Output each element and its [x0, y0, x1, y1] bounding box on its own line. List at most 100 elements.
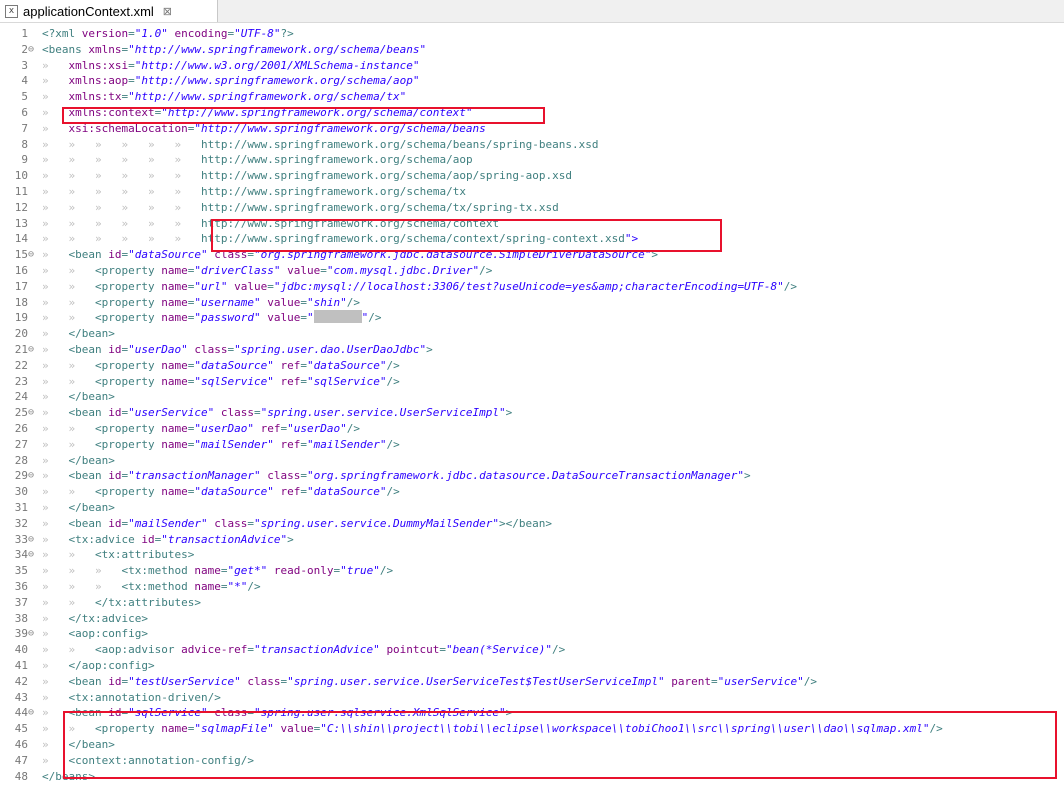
line-number: 48: [14, 769, 28, 783]
fold-collapse-icon[interactable]: ⊖: [28, 247, 40, 263]
line-number: 17: [14, 279, 28, 293]
line-number: 35: [14, 564, 28, 578]
code-text: » </aop:config>: [42, 659, 155, 672]
code-line[interactable]: 2 ⊖ <beans xmlns="http://www.springframewo…: [0, 42, 1064, 58]
code-line[interactable]: 38 » </tx:advice>: [0, 611, 1064, 627]
close-icon[interactable]: ⊠: [163, 5, 172, 18]
line-number: 10: [14, 169, 28, 183]
code-line[interactable]: 25 ⊖» <bean id="userService" class="sprin…: [0, 405, 1064, 421]
code-text: » <bean id="userService" class="spring.u…: [42, 406, 513, 420]
code-line[interactable]: 11 » » » » » » http://www.springframework…: [0, 184, 1064, 200]
code-text: » » » <tx:method name="get*" read-only="…: [42, 564, 394, 578]
code-line[interactable]: 43 » <tx:annotation-driven/>: [0, 690, 1064, 706]
code-line[interactable]: 32 » <bean id="mailSender" class="spring.…: [0, 516, 1064, 532]
code-text: » » <property name="username" value="shi…: [42, 295, 360, 309]
code-line[interactable]: 8 » » » » » » http://www.springframework.…: [0, 137, 1064, 153]
code-line[interactable]: 39 ⊖» <aop:config>: [0, 626, 1064, 642]
code-line[interactable]: 40 » » <aop:advisor advice-ref="transacti…: [0, 642, 1064, 658]
code-text: » » <tx:attributes>: [42, 548, 195, 562]
code-text: » » » » » » http://www.springframework.o…: [42, 185, 466, 198]
code-text: » » <property name="mailSender" ref="mai…: [42, 437, 400, 451]
code-line[interactable]: 23 » » <property name="sqlService" ref="s…: [0, 374, 1064, 390]
code-text: » <aop:config>: [42, 627, 148, 641]
code-line[interactable]: 29 ⊖» <bean id="transactionManager" class…: [0, 468, 1064, 484]
code-line[interactable]: 31 » </bean>: [0, 500, 1064, 516]
line-number: 12: [14, 200, 28, 214]
line-number: 44: [14, 706, 28, 720]
code-line[interactable]: 36 » » » <tx:method name="*"/>: [0, 579, 1064, 595]
code-text: <?xml version="1.0" encoding="UTF-8"?>: [42, 27, 294, 40]
fold-collapse-icon[interactable]: ⊖: [28, 468, 40, 484]
code-line[interactable]: 41 » </aop:config>: [0, 658, 1064, 674]
code-line[interactable]: 1 <?xml version="1.0" encoding="UTF-8"?>: [0, 26, 1064, 42]
code-text: » xmlns:tx="http://www.springframework.o…: [42, 90, 407, 104]
code-line[interactable]: 30 » » <property name="dataSource" ref="d…: [0, 484, 1064, 500]
code-line[interactable]: 4 » xmlns:aop="http://www.springframework…: [0, 73, 1064, 89]
code-line[interactable]: 12 » » » » » » http://www.springframework…: [0, 200, 1064, 216]
line-number: 45: [14, 722, 28, 736]
fold-collapse-icon[interactable]: ⊖: [28, 405, 40, 421]
code-line[interactable]: 42 » <bean id="testUserService" class="sp…: [0, 674, 1064, 690]
code-line[interactable]: 28 » </bean>: [0, 453, 1064, 469]
code-line[interactable]: 35 » » » <tx:method name="get*" read-only…: [0, 563, 1064, 579]
line-number: 11: [14, 185, 28, 198]
line-number: 27: [14, 437, 28, 451]
code-text: » » <aop:advisor advice-ref="transaction…: [42, 643, 566, 657]
code-text: » » <property name="userDao" ref="userDa…: [42, 422, 360, 435]
code-line[interactable]: 24 » </bean>: [0, 389, 1064, 405]
line-number: 13: [14, 216, 28, 230]
code-line[interactable]: 18 » » <property name="username" value="s…: [0, 295, 1064, 311]
line-number: 43: [14, 690, 28, 704]
code-line[interactable]: 37 » » </tx:attributes>: [0, 595, 1064, 611]
code-line[interactable]: 16 » » <property name="driverClass" value…: [0, 263, 1064, 279]
code-line[interactable]: 22 » » <property name="dataSource" ref="d…: [0, 358, 1064, 374]
line-number: 25: [14, 406, 28, 420]
editor-tab-applicationcontext[interactable]: x applicationContext.xml ⊠: [0, 0, 218, 22]
code-text: » <bean id="mailSender" class="spring.us…: [42, 516, 553, 530]
code-text: » » » » » » http://www.springframework.o…: [42, 169, 572, 183]
code-text: » xmlns:xsi="http://www.w3.org/2001/XMLS…: [42, 58, 420, 72]
line-number: 16: [14, 264, 28, 277]
code-line[interactable]: 26 » » <property name="userDao" ref="user…: [0, 421, 1064, 437]
code-line[interactable]: 10 » » » » » » http://www.springframework…: [0, 168, 1064, 184]
line-number: 24: [14, 390, 28, 404]
line-number: 18: [14, 295, 28, 309]
code-line[interactable]: 21 ⊖» <bean id="userDao" class="spring.us…: [0, 342, 1064, 358]
line-number: 47: [14, 753, 28, 767]
code-text: » <tx:annotation-driven/>: [42, 690, 221, 704]
code-line[interactable]: 20 » </bean>: [0, 326, 1064, 342]
xml-source-editor[interactable]: 1 <?xml version="1.0" encoding="UTF-8"?> 2…: [0, 26, 1064, 794]
line-number: 30: [14, 485, 28, 499]
line-number: 5: [21, 90, 28, 104]
code-line[interactable]: 34 ⊖» » <tx:attributes>: [0, 547, 1064, 563]
code-text: » </tx:advice>: [42, 611, 148, 625]
code-text: » </bean>: [42, 501, 115, 514]
code-line[interactable]: 27 » » <property name="mailSender" ref="m…: [0, 437, 1064, 453]
code-line[interactable]: 17 » » <property name="url" value="jdbc:m…: [0, 279, 1064, 295]
line-number: 4: [21, 74, 28, 88]
fold-collapse-icon[interactable]: ⊖: [28, 342, 40, 358]
code-text: » <bean id="userDao" class="spring.user.…: [42, 343, 433, 356]
code-line[interactable]: 3 » xmlns:xsi="http://www.w3.org/2001/XML…: [0, 58, 1064, 74]
fold-collapse-icon[interactable]: ⊖: [28, 42, 40, 58]
line-number: 36: [14, 580, 28, 593]
line-number: 7: [21, 121, 28, 135]
code-line[interactable]: 9 » » » » » » http://www.springframework.…: [0, 152, 1064, 168]
code-line[interactable]: 33 ⊖» <tx:advice id="transactionAdvice">: [0, 532, 1064, 548]
line-number: 2: [21, 42, 28, 56]
code-line[interactable]: 19 » » <property name="password" value=" "…: [0, 310, 1064, 326]
line-number: 28: [14, 453, 28, 467]
line-number: 39: [14, 627, 28, 641]
fold-collapse-icon[interactable]: ⊖: [28, 547, 40, 563]
line-number: 3: [21, 58, 28, 72]
fold-collapse-icon[interactable]: ⊖: [28, 705, 40, 721]
code-text: » </bean>: [42, 453, 115, 467]
fold-collapse-icon[interactable]: ⊖: [28, 626, 40, 642]
code-text: » » » » » » http://www.springframework.o…: [42, 137, 599, 151]
code-line[interactable]: 5 » xmlns:tx="http://www.springframework.…: [0, 89, 1064, 105]
code-text: » </bean>: [42, 327, 115, 341]
code-text: » » <property name="dataSource" ref="dat…: [42, 485, 400, 499]
fold-collapse-icon[interactable]: ⊖: [28, 532, 40, 548]
redacted-password-mask: [313, 310, 362, 324]
line-number: 1: [21, 27, 28, 40]
